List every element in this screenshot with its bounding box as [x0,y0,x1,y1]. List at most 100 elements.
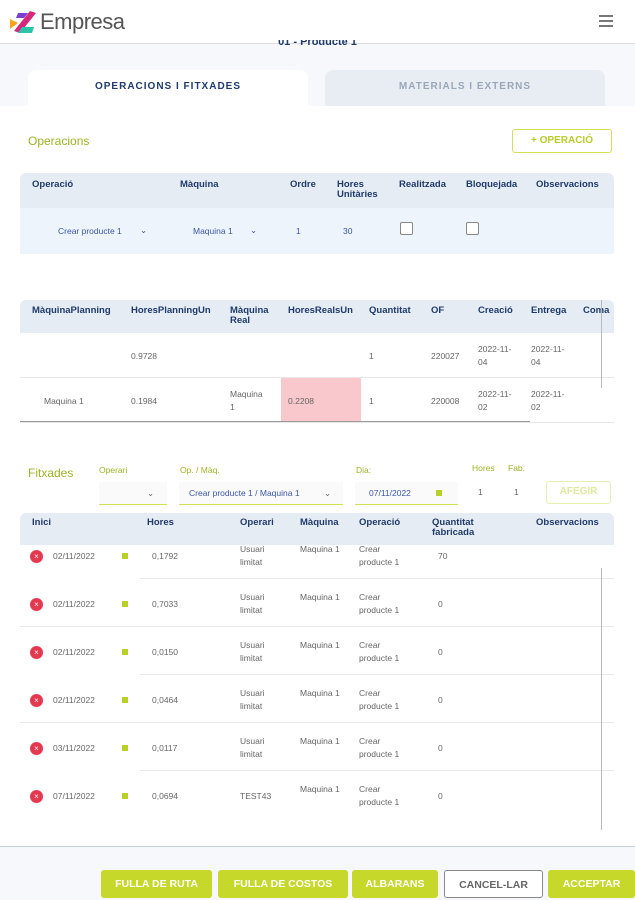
maquina-cell: Maquina 1 [300,784,340,794]
fulla-de-costos-button[interactable]: FULLA DE COSTOS [218,870,348,898]
table-cell: Maquina 1 [230,389,263,412]
delete-icon[interactable]: × [30,742,43,755]
chevron-down-icon[interactable]: ⌄ [250,224,257,237]
column-header[interactable]: Operació [32,180,112,190]
opmaq-value: Crear producte 1 / Maquina 1 [189,488,300,498]
fab-input[interactable]: 1 [514,486,519,499]
quantitat-cell: 0 [438,599,443,609]
column-header[interactable]: Hores [147,518,227,528]
cancel-button[interactable]: CANCEL-LAR [444,870,543,898]
row-divider [140,674,614,675]
column-header[interactable]: Màquina [180,180,260,190]
delete-icon[interactable]: × [30,598,43,611]
operari-cell: Usuari limitat [240,592,265,615]
row-divider [20,722,614,723]
operari-cell: Usuari limitat [240,640,265,663]
delete-icon[interactable]: × [30,694,43,707]
column-header[interactable]: Quantitat fabricada [432,518,482,538]
calendar-icon[interactable] [122,793,128,799]
operari-label: Operari [99,465,128,475]
calendar-icon[interactable] [436,490,442,496]
delete-icon[interactable]: × [30,646,43,659]
hores-cell: 0,7033 [152,599,178,609]
hores-cell: 0,0694 [152,791,178,801]
row-divider [140,770,614,771]
opmaq-label: Op. / Màq. [180,465,220,475]
calendar-icon[interactable] [122,697,128,703]
row-divider [20,377,614,378]
inici-cell: 07/11/2022 [53,791,95,801]
operacio-cell: Crear producte 1 [359,688,400,711]
vertical-scrollbar[interactable] [601,300,602,388]
maquina-cell: Maquina 1 [300,736,340,746]
dia-date-input[interactable]: 07/11/2022 [355,482,458,505]
chevron-down-icon[interactable]: ⌄ [140,224,147,237]
hores-label: Hores [472,463,495,473]
opmaq-select[interactable]: Crear producte 1 / Maquina 1 ⌄ [179,482,343,505]
hores-cell: 0,0464 [152,695,178,705]
column-header[interactable]: Operació [359,518,439,528]
operacio-select[interactable]: Crear producte 1 [58,225,122,238]
hores-value[interactable]: 30 [343,225,352,238]
dia-label: Dia: [356,465,372,475]
table-cell: 0.2208 [288,396,314,406]
afegir-button[interactable]: AFEGIR [546,481,611,504]
calendar-icon[interactable] [122,745,128,751]
column-header[interactable]: HoresPlanningUn [131,306,221,316]
maquina-cell: Maquina 1 [300,640,340,650]
inici-cell: 02/11/2022 [53,599,95,609]
inici-cell: 03/11/2022 [53,743,95,753]
chevron-down-icon: ⌄ [324,488,332,498]
vertical-scrollbar[interactable] [601,568,602,830]
operacio-cell: Crear producte 1 [359,592,400,615]
quantitat-cell: 70 [438,551,448,561]
column-header[interactable]: MàquinaPlanning [32,306,122,316]
operari-cell: TEST43 [240,791,272,801]
chevron-down-icon: ⌄ [147,488,155,498]
column-header[interactable]: Bloquejada [466,180,546,190]
operari-select[interactable]: ⌄ [99,482,167,505]
column-header[interactable]: Hores Unitàries [337,180,382,200]
table-cell: 2022-11-02 [478,389,512,412]
calendar-icon[interactable] [122,601,128,607]
maquina-cell: Maquina 1 [300,544,340,554]
quantitat-cell: 0 [438,791,443,801]
delete-icon[interactable]: × [30,550,43,563]
row-divider [20,422,614,423]
top-bar: Empresa [0,0,635,44]
brand-name: Empresa [40,9,125,34]
column-header[interactable]: Observacions [536,180,616,190]
delete-icon[interactable]: × [30,790,43,803]
calendar-icon[interactable] [122,553,128,559]
operacio-cell: Crear producte 1 [359,640,400,663]
column-header[interactable]: Màquina Real [230,306,270,326]
ordre-value[interactable]: 1 [296,225,301,238]
table-cell: 2022-11-02 [531,389,565,412]
calendar-icon[interactable] [122,649,128,655]
maquina-select[interactable]: Maquina 1 [193,225,233,238]
realitzada-checkbox[interactable] [400,222,413,235]
inici-cell: 02/11/2022 [53,695,95,705]
maquina-cell: Maquina 1 [300,688,340,698]
operari-cell: Usuari limitat [240,736,265,759]
tab-materials-externs[interactable]: MATERIALS I EXTERNS [325,70,605,106]
menu-icon[interactable] [599,15,613,27]
quantitat-cell: 0 [438,695,443,705]
quantitat-cell: 0 [438,743,443,753]
albarans-button[interactable]: ALBARANS [352,870,438,898]
fulla-de-ruta-button[interactable]: FULLA DE RUTA [101,870,212,898]
hores-input[interactable]: 1 [478,486,483,499]
acceptar-button[interactable]: ACCEPTAR [548,870,635,898]
column-header[interactable]: Coma [583,306,635,316]
column-header[interactable]: HoresRealsUn [288,306,378,316]
tab-operacions-fitxades[interactable]: OPERACIONS I FITXADES [28,70,308,106]
row-divider [20,626,614,627]
horizontal-scrollbar[interactable] [20,421,530,422]
table-cell: 0.1984 [131,396,157,406]
column-header[interactable]: Observacions [536,518,616,528]
bloquejada-checkbox[interactable] [466,222,479,235]
add-operacio-button[interactable]: + OPERACIÓ [512,129,612,153]
table-cell: Maquina 1 [44,396,84,406]
operacio-cell: Crear producte 1 [359,544,400,567]
column-header[interactable]: Inici [32,518,112,528]
